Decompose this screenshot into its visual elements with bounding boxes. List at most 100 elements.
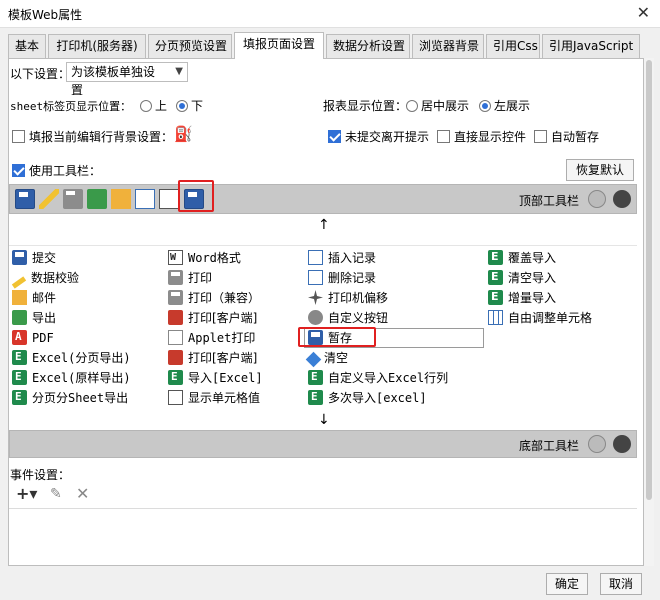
applet-icon [168,330,183,345]
item-submit[interactable]: 提交 [12,248,56,268]
item-label: 自定义按钮 [328,311,389,325]
tab-printer-server[interactable]: 打印机(服务器) [48,34,146,58]
item-label: 自由调整单元格 [508,311,593,325]
checkbox-icon [437,130,450,143]
radio-sheet-up-label: 上 [155,99,168,113]
item-custom-button[interactable]: 自定义按钮 [308,308,388,328]
gear-icon[interactable] [588,190,606,208]
tab-page-preview[interactable]: 分页预览设置 [148,34,232,58]
mail-icon[interactable] [111,189,131,209]
auto-save-checkbox[interactable]: 自动暂存 [534,128,599,145]
checkbox-checked-icon [12,164,25,177]
grid-icon [488,310,503,325]
item-delete-record[interactable]: 删除记录 [308,268,376,288]
blank-icon[interactable] [159,189,179,209]
item-label: 插入记录 [328,251,377,265]
tab-css[interactable]: 引用Css [486,34,540,58]
radio-sheet-down[interactable]: 下 [176,97,203,114]
ok-button[interactable]: 确定 [546,573,588,595]
cancel-button[interactable]: 取消 [600,573,642,595]
radio-sheet-down-label: 下 [191,99,204,113]
print-icon[interactable] [63,189,83,209]
item-label: 自定义导入Excel行列 [328,371,449,385]
item-label: 导入[Excel] [188,371,263,385]
restore-default-button[interactable]: 恢复默认 [566,159,634,181]
item-label: 显示单元格值 [188,391,261,405]
item-excel-original[interactable]: Excel(原样导出) [12,367,131,388]
item-sheet-export[interactable]: 分页分Sheet导出 [12,387,128,408]
radio-report-center[interactable]: 居中展示 [406,97,469,114]
delete-icon[interactable]: ✕ [76,484,89,503]
edit-icon[interactable]: ✎ [50,486,62,502]
close-circle-icon[interactable] [613,190,631,208]
use-toolbar-checkbox[interactable]: 使用工具栏： [12,162,101,179]
move-icon [308,290,323,305]
item-excel-page[interactable]: Excel(分页导出) [12,347,131,368]
item-insert-record[interactable]: 插入记录 [308,248,376,268]
tab-basic[interactable]: 基本 [8,34,46,58]
sheet-tab-position-label: sheet标签页显示位置： [10,100,132,113]
item-applet-print[interactable]: Applet打印 [168,328,255,348]
item-label: Excel(分页导出) [32,351,131,365]
tab-data-analysis[interactable]: 数据分析设置 [326,34,410,58]
top-toolbar-label: 顶部工具栏 [519,194,580,208]
unsubmitted-tip-checkbox[interactable]: 未提交离开提示 [328,128,429,145]
item-label: 邮件 [32,291,57,305]
fill-bg-checkbox[interactable]: 填报当前编辑行背景设置： [12,128,173,145]
tab-javascript[interactable]: 引用JavaScript [542,34,640,58]
item-overwrite-import[interactable]: 覆盖导入 [488,247,556,268]
submit-icon[interactable] [15,189,35,209]
item-label: 清空 [324,351,349,365]
add-icon[interactable]: +▾ [16,484,37,503]
pdf-icon [12,327,27,347]
event-list-area[interactable] [9,508,637,565]
item-custom-import[interactable]: 自定义导入Excel行列 [308,367,449,388]
excel-icon [12,347,27,367]
item-multi-import[interactable]: 多次导入[excel] [308,387,427,408]
item-show-cell-value[interactable]: 显示单元格值 [168,388,260,408]
item-incremental-import[interactable]: 增量导入 [488,287,557,308]
insert-row-icon[interactable] [135,189,155,209]
item-print-compat[interactable]: 打印（兼容） [168,288,260,308]
verify-icon[interactable] [39,189,59,209]
scope-select[interactable]: 为该模板单独设置 ▼ [66,62,188,97]
item-import-excel[interactable]: 导入[Excel] [168,367,263,388]
radio-selected-icon [479,100,491,112]
item-pdf[interactable]: PDF [12,327,54,348]
item-print-client-2[interactable]: 打印[客户端] [168,348,257,368]
down-arrow-icon[interactable]: ↓ [318,412,330,428]
scrollbar-thumb[interactable] [646,60,652,500]
item-mail[interactable]: 邮件 [12,288,56,308]
print-icon [168,270,183,285]
eraser-icon [305,351,322,368]
excel-icon [488,287,503,307]
item-printer-offset[interactable]: 打印机偏移 [308,288,388,308]
fill-bg-label: 填报当前编辑行背景设置： [29,130,174,144]
item-clear-import[interactable]: 清空导入 [488,267,556,288]
excel-icon [308,387,323,407]
tab-browser-bg[interactable]: 浏览器背景 [412,34,484,58]
radio-report-left[interactable]: 左展示 [479,97,530,114]
item-label: 增量导入 [508,291,557,305]
close-circle-icon[interactable] [613,435,631,453]
item-clear[interactable]: 清空 [305,348,349,368]
up-arrow-icon[interactable]: ↑ [318,217,330,233]
show-controls-checkbox[interactable]: 直接显示控件 [437,128,526,145]
mail-icon [12,290,27,305]
grid-divider [9,245,637,246]
item-export[interactable]: 导出 [12,308,56,328]
export-icon[interactable] [87,189,107,209]
item-word[interactable]: Word格式 [168,248,241,268]
tab-bar: 基本 打印机(服务器) 分页预览设置 填报页面设置 数据分析设置 浏览器背景 引… [8,32,653,59]
tab-fill-page[interactable]: 填报页面设置 [234,32,324,59]
gear-icon[interactable] [588,435,606,453]
close-icon[interactable]: ✕ [637,3,650,22]
item-verify[interactable]: 数据校验 [11,268,79,289]
paint-bucket-icon[interactable]: ⛽ [174,125,193,143]
show-controls-label: 直接显示控件 [454,130,527,144]
item-print-client[interactable]: 打印[客户端] [168,308,257,328]
item-free-adjust-cell[interactable]: 自由调整单元格 [488,308,592,328]
item-print[interactable]: 打印 [168,268,212,288]
radio-sheet-up[interactable]: 上 [140,97,167,114]
print-icon [168,290,183,305]
